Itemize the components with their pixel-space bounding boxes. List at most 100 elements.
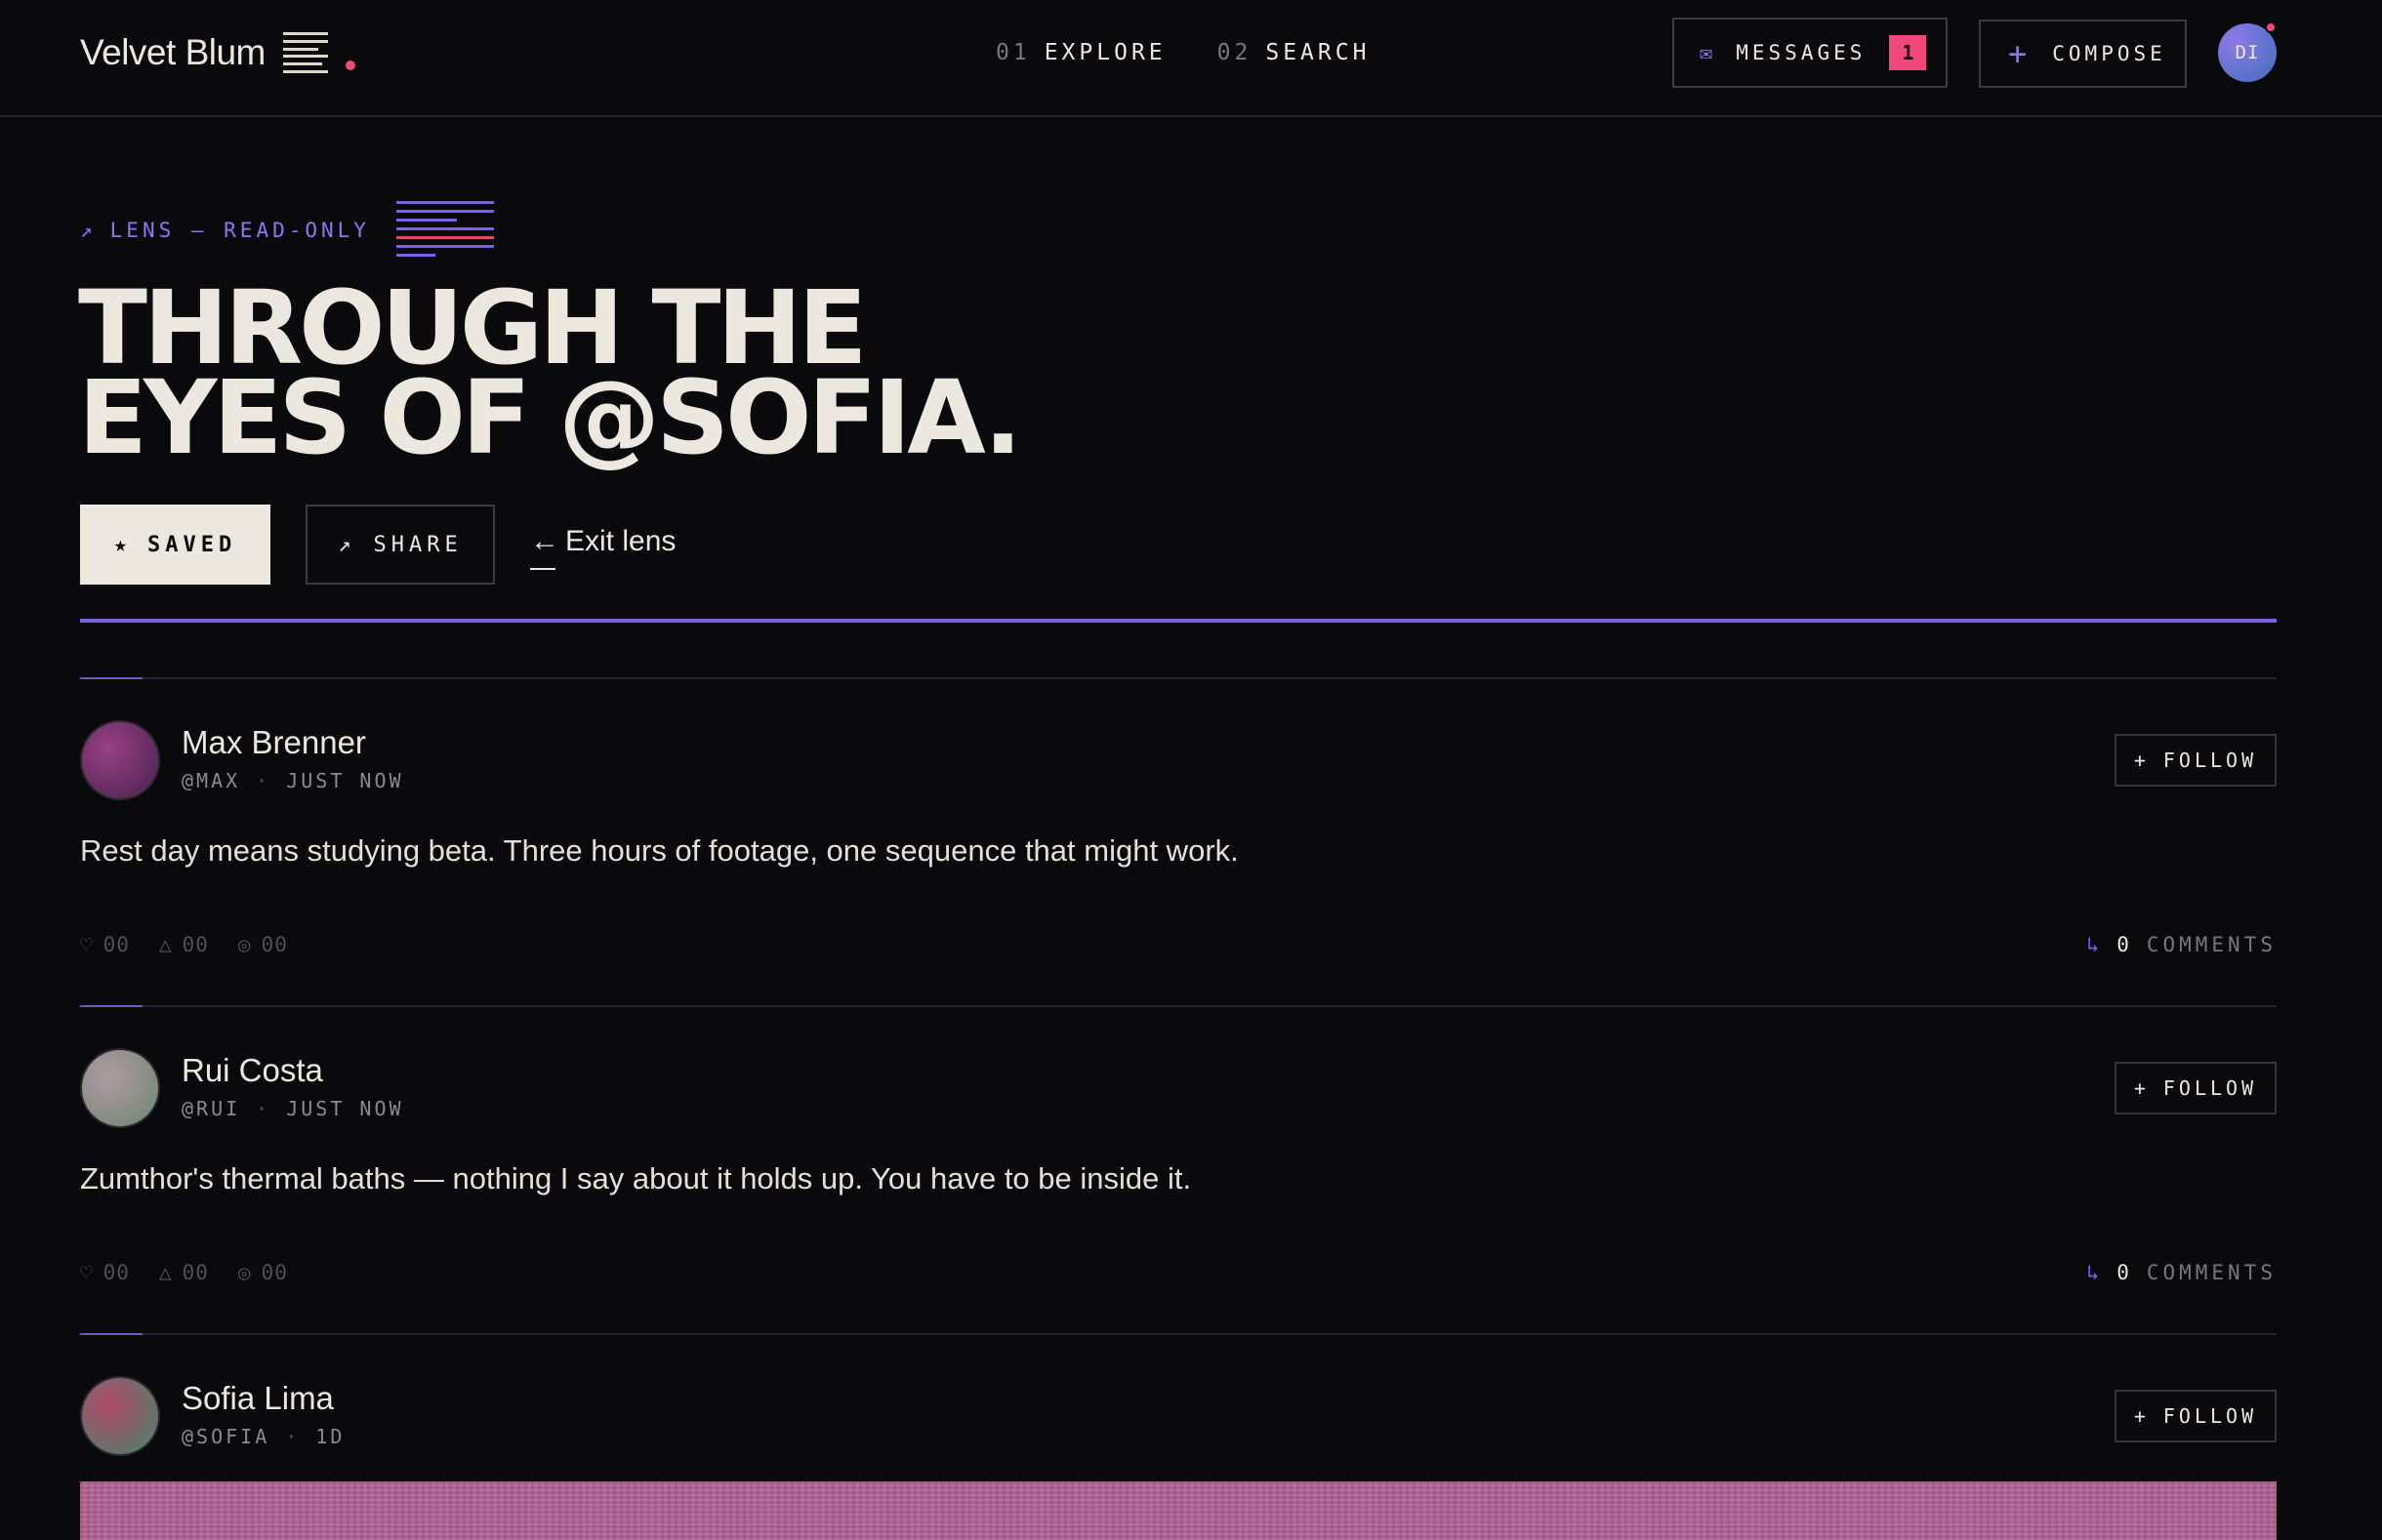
main-nav: 01 EXPLORE 02 SEARCH (996, 33, 1370, 72)
post-divider (80, 1005, 2277, 1007)
heart-icon: ♡ (80, 933, 94, 956)
compose-label: COMPOSE (2052, 42, 2166, 65)
star-icon: ★ (113, 532, 132, 557)
post-meta: @MAX · JUST NOW (182, 769, 404, 792)
post-time: JUST NOW (286, 769, 404, 792)
meta-separator: · (256, 1097, 271, 1120)
author-name[interactable]: Rui Costa (182, 1052, 323, 1089)
nav-search-label: SEARCH (1265, 40, 1371, 65)
repost-action[interactable]: △ 00 (159, 933, 209, 956)
share-button[interactable]: ↗ SHARE (306, 505, 495, 585)
user-initials: DI (2235, 42, 2260, 63)
follow-label: FOLLOW (2162, 1404, 2258, 1428)
comments-link[interactable]: ↳ 0 COMMENTS (2087, 1261, 2277, 1284)
page-title: THROUGH THE EYES OF @SOFIA. (78, 277, 1250, 477)
envelope-icon: ✉ (1700, 40, 1717, 65)
view-action[interactable]: ◎ 00 (238, 1261, 288, 1284)
post-meta: @RUI · JUST NOW (182, 1097, 404, 1120)
brand-name: Velvet Blum (80, 32, 266, 72)
user-avatar[interactable]: DI (2218, 21, 2277, 82)
triangle-icon: △ (158, 933, 173, 956)
post-card: Sofia Lima @SOFIA · 1D + FOLLOW (80, 1333, 2277, 1540)
messages-label: MESSAGES (1736, 41, 1867, 64)
brand-logo[interactable]: Velvet Blum (80, 27, 355, 78)
share-arrow-icon: ↗ (338, 532, 356, 557)
nav-explore[interactable]: 01 EXPLORE (996, 40, 1167, 65)
follow-button[interactable]: + FOLLOW (2115, 1390, 2277, 1442)
post-divider-accent (80, 1005, 143, 1007)
post-meta: @SOFIA · 1D (182, 1425, 345, 1448)
presence-dot-icon (2265, 21, 2277, 33)
post-stats: ♡ 00 △ 00 ◎ 00 (80, 933, 288, 956)
top-bar: Velvet Blum 01 EXPLORE 02 SEARCH ✉ MESSA… (0, 0, 2382, 117)
nav-search-number: 02 (1216, 40, 1253, 65)
like-action[interactable]: ♡ 00 (80, 1261, 130, 1284)
page-title-line-2: EYES OF @SOFIA. (78, 358, 1022, 477)
avatar[interactable] (80, 1376, 160, 1456)
messages-count-badge: 1 (1889, 35, 1927, 70)
post-time: JUST NOW (286, 1097, 404, 1120)
exit-lens-link[interactable]: ← Exit lens (530, 525, 676, 558)
author-name[interactable]: Sofia Lima (182, 1380, 334, 1417)
view-count: 00 (261, 1261, 288, 1284)
nav-search[interactable]: 02 SEARCH (1217, 40, 1371, 65)
plus-icon: + (2133, 749, 2150, 772)
view-action[interactable]: ◎ 00 (238, 933, 288, 956)
follow-label: FOLLOW (2162, 749, 2258, 772)
plus-icon: + (2133, 1404, 2150, 1428)
lens-tag-label: LENS — READ-ONLY (109, 219, 370, 242)
post-text: Rest day means studying beta. Three hour… (80, 833, 1239, 868)
arrow-left-icon: ← (530, 525, 559, 557)
post-card: Max Brenner @MAX · JUST NOW + FOLLOW Res… (80, 677, 2277, 1005)
comments-label: COMMENTS (2146, 933, 2277, 956)
reply-arrow-icon: ↳ (2086, 1261, 2104, 1284)
repost-count: 00 (182, 933, 209, 956)
eye-icon: ◎ (237, 933, 252, 956)
avatar[interactable] (80, 720, 160, 800)
share-label: SHARE (373, 532, 463, 557)
repost-count: 00 (182, 1261, 209, 1284)
author-name[interactable]: Max Brenner (182, 724, 366, 761)
exit-lens-underline (530, 568, 555, 570)
menu-lines-icon (282, 30, 328, 75)
post-stats: ♡ 00 △ 00 ◎ 00 (80, 1261, 288, 1284)
plus-icon: + (2133, 1076, 2150, 1100)
post-text: Zumthor's thermal baths — nothing I say … (80, 1161, 1192, 1196)
repost-action[interactable]: △ 00 (159, 1261, 209, 1284)
lens-tag: ↗ LENS — READ-ONLY (80, 219, 370, 242)
exit-lens-label: Exit lens (565, 525, 677, 557)
author-handle[interactable]: @SOFIA (182, 1425, 269, 1448)
view-count: 00 (261, 933, 288, 956)
nav-explore-number: 01 (996, 40, 1031, 65)
compose-button[interactable]: + COMPOSE (1979, 20, 2187, 88)
hero-divider (80, 619, 2277, 623)
post-divider-accent (80, 1333, 143, 1335)
messages-button[interactable]: ✉ MESSAGES 1 (1672, 18, 1948, 88)
saved-label: SAVED (147, 532, 237, 557)
plus-icon: + (2008, 35, 2032, 72)
follow-button[interactable]: + FOLLOW (2115, 1062, 2277, 1114)
heart-icon: ♡ (80, 1261, 94, 1284)
follow-button[interactable]: + FOLLOW (2115, 734, 2277, 787)
post-divider (80, 1333, 2277, 1335)
avatar[interactable] (80, 1048, 160, 1128)
comments-label: COMMENTS (2146, 1261, 2277, 1284)
post-divider-accent (80, 677, 143, 679)
comments-link[interactable]: ↳ 0 COMMENTS (2087, 933, 2277, 956)
post-time: 1D (315, 1425, 346, 1448)
saved-button[interactable]: ★ SAVED (80, 505, 270, 585)
like-count: 00 (103, 1261, 130, 1284)
author-handle[interactable]: @RUI (182, 1097, 240, 1120)
like-count: 00 (103, 933, 130, 956)
post-card: Rui Costa @RUI · JUST NOW + FOLLOW Zumth… (80, 1005, 2277, 1333)
comments-count: 0 (2116, 1261, 2133, 1284)
reply-arrow-icon: ↳ (2086, 933, 2104, 956)
arrow-up-right-icon: ↗ (80, 219, 97, 242)
meta-separator: · (285, 1425, 301, 1448)
triangle-icon: △ (158, 1261, 173, 1284)
comments-count: 0 (2116, 933, 2133, 956)
post-image[interactable] (80, 1481, 2277, 1540)
eye-icon: ◎ (237, 1261, 252, 1284)
like-action[interactable]: ♡ 00 (80, 933, 130, 956)
author-handle[interactable]: @MAX (182, 769, 240, 792)
